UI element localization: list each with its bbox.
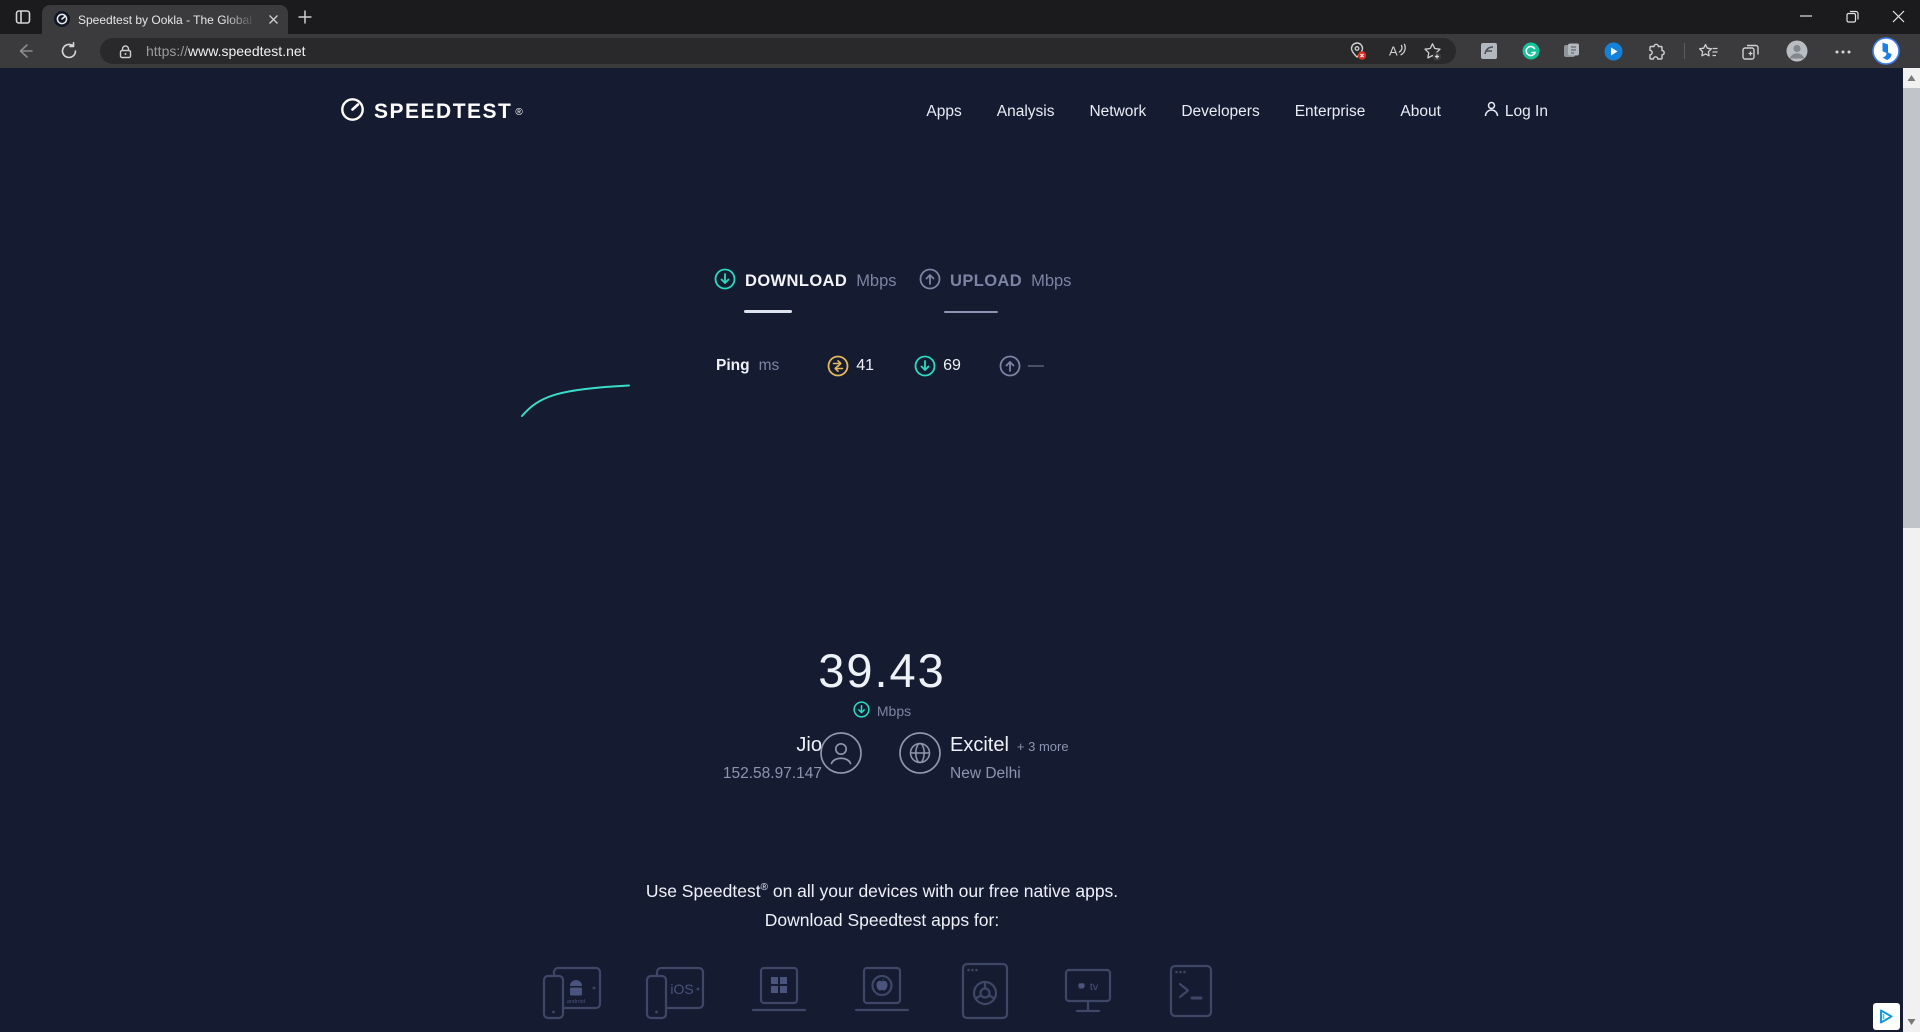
- collections-icon[interactable]: [1740, 41, 1761, 62]
- app-icon-android[interactable]: android: [539, 961, 607, 1028]
- speedtest-logo[interactable]: SPEEDTEST ®: [340, 97, 523, 127]
- client-icon: [819, 731, 863, 775]
- result-value: 39.43: [0, 643, 1764, 698]
- svg-text:iOS: iOS: [670, 981, 693, 997]
- extension-icon-3[interactable]: [1604, 42, 1623, 61]
- address-bar[interactable]: https://www.speedtest.net A: [100, 38, 1456, 64]
- footer-line2: Download Speedtest apps for:: [0, 910, 1764, 931]
- user-icon: [1484, 101, 1499, 122]
- back-icon[interactable]: [14, 40, 36, 62]
- ping-label: Ping: [716, 357, 750, 375]
- tab-title: Speedtest by Ookla - The Global: [78, 13, 256, 27]
- live-metrics-row: Ping ms 41 69 —: [716, 355, 1044, 377]
- read-aloud-icon[interactable]: A: [1386, 41, 1406, 61]
- speedtest-page: SPEEDTEST ® Apps Analysis Network Develo…: [0, 68, 1920, 1032]
- svg-text:tv: tv: [1090, 981, 1099, 993]
- logo-trademark: ®: [515, 107, 522, 118]
- favorite-add-icon[interactable]: [1422, 41, 1442, 61]
- nav-analysis[interactable]: Analysis: [997, 103, 1055, 121]
- ping-jitter-icon: [827, 355, 849, 377]
- nav-apps[interactable]: Apps: [926, 103, 961, 121]
- app-icon-appletv[interactable]: tv: [1054, 961, 1122, 1028]
- upload-result-tab[interactable]: UPLOAD Mbps: [919, 268, 1071, 295]
- upload-live-value: —: [1028, 357, 1044, 375]
- profile-avatar[interactable]: [1786, 40, 1808, 62]
- location-blocked-icon[interactable]: [1348, 41, 1368, 61]
- ping-unit: ms: [759, 357, 780, 375]
- app-download-row: android iOS tv: [0, 961, 1764, 1028]
- svg-text:android: android: [567, 999, 585, 1005]
- lock-icon[interactable]: [116, 42, 134, 60]
- client-isp: Jio: [650, 734, 822, 757]
- extension-icon-2[interactable]: [1562, 42, 1580, 60]
- tab-close-icon[interactable]: [267, 13, 280, 26]
- logo-text: SPEEDTEST: [374, 100, 512, 124]
- nav-network[interactable]: Network: [1089, 103, 1146, 121]
- browser-tabstrip: Speedtest by Ookla - The Global: [0, 0, 1920, 34]
- upload-tab-label: UPLOAD: [950, 272, 1022, 291]
- nav-about[interactable]: About: [1400, 103, 1441, 121]
- svg-text:A: A: [1389, 44, 1398, 59]
- download-tab-label: DOWNLOAD: [745, 272, 847, 291]
- server-name: Excitel: [950, 734, 1009, 756]
- login-button[interactable]: Log In: [1484, 101, 1548, 122]
- upload-tab-unit: Mbps: [1031, 272, 1071, 291]
- app-icon-mac[interactable]: [848, 961, 916, 1028]
- page-scrollbar[interactable]: [1903, 68, 1920, 1032]
- download-result-tab[interactable]: DOWNLOAD Mbps: [714, 268, 897, 295]
- download-circle-icon: [714, 268, 736, 295]
- grammarly-extension-icon[interactable]: [1522, 42, 1540, 60]
- ad-choices-badge[interactable]: [1873, 1003, 1900, 1030]
- server-name-row: Excitel + 3 more: [950, 734, 1069, 757]
- download-tab-unit: Mbps: [856, 272, 896, 291]
- ad-choices-icon: [1878, 1008, 1895, 1025]
- header-nav: Apps Analysis Network Developers Enterpr…: [926, 101, 1548, 122]
- app-icon-cli[interactable]: [1157, 961, 1225, 1028]
- extension-icon-1[interactable]: [1480, 42, 1498, 60]
- window-restore-button[interactable]: [1837, 0, 1867, 32]
- url-scheme: https://: [146, 43, 188, 59]
- scrollbar-thumb[interactable]: [1903, 88, 1920, 528]
- upload-progress-bar: [944, 311, 998, 313]
- nav-enterprise[interactable]: Enterprise: [1295, 103, 1366, 121]
- favorites-icon[interactable]: [1697, 41, 1718, 62]
- result-unit-row: Mbps: [0, 701, 1764, 721]
- scrollbar-down-icon[interactable]: [1907, 1018, 1916, 1026]
- server-more-link[interactable]: + 3 more: [1017, 739, 1069, 754]
- result-unit: Mbps: [877, 703, 911, 719]
- extensions-puzzle-icon[interactable]: [1644, 41, 1665, 62]
- nav-developers[interactable]: Developers: [1181, 103, 1259, 121]
- client-ip: 152.58.97.147: [650, 765, 822, 783]
- browser-tab-active[interactable]: Speedtest by Ookla - The Global: [42, 5, 288, 34]
- browser-toolbar: https://www.speedtest.net A: [0, 34, 1920, 68]
- settings-menu-icon[interactable]: [1832, 41, 1853, 62]
- server-location[interactable]: New Delhi: [950, 765, 1021, 783]
- download-live-icon: [914, 355, 936, 377]
- ping-value: 41: [856, 357, 874, 375]
- footer-line1: Use Speedtest® on all your devices with …: [0, 881, 1764, 902]
- download-progress-bar: [744, 310, 792, 313]
- app-icon-windows[interactable]: [745, 961, 813, 1028]
- result-download-icon: [853, 701, 870, 721]
- speedtest-logo-icon: [340, 97, 365, 127]
- upload-live-icon: [999, 355, 1021, 377]
- login-label: Log In: [1505, 103, 1548, 121]
- server-globe-icon[interactable]: [898, 731, 942, 775]
- app-icon-ios[interactable]: iOS: [642, 961, 710, 1028]
- new-tab-button[interactable]: [296, 8, 314, 26]
- speed-trace-curve: [519, 383, 633, 419]
- window-minimize-button[interactable]: [1791, 0, 1821, 32]
- toolbar-divider: [1684, 43, 1685, 59]
- download-live-value: 69: [943, 357, 961, 375]
- copilot-bing-icon[interactable]: [1872, 37, 1900, 65]
- refresh-icon[interactable]: [58, 40, 80, 62]
- scrollbar-up-icon[interactable]: [1907, 74, 1916, 82]
- speedtest-favicon: [54, 11, 70, 27]
- upload-circle-icon: [919, 268, 941, 295]
- url-text[interactable]: https://www.speedtest.net: [146, 38, 306, 64]
- vertical-tabs-button[interactable]: [14, 8, 32, 26]
- url-host: www.speedtest.net: [188, 43, 306, 59]
- window-close-button[interactable]: [1883, 0, 1913, 32]
- app-icon-chrome[interactable]: [951, 961, 1019, 1028]
